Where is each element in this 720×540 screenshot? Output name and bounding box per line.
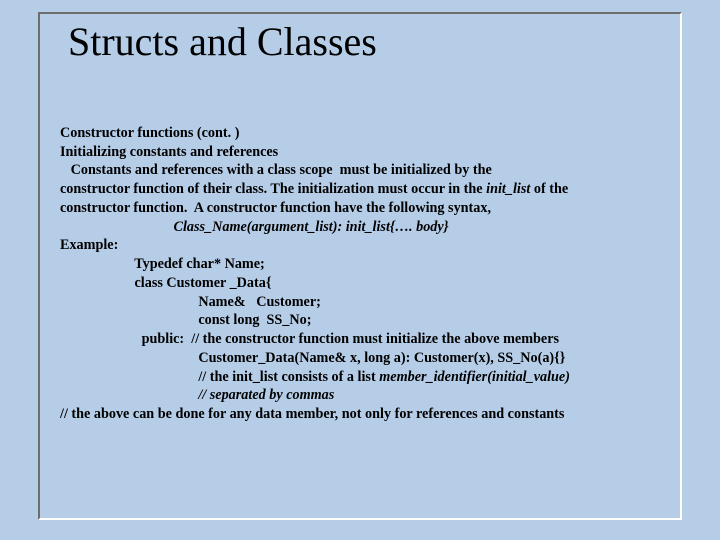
text-line: Initializing constants and references — [60, 143, 680, 162]
text-span: of the — [530, 181, 568, 197]
text-line: class Customer _Data{ — [60, 274, 680, 293]
text-line: Name& Customer; — [60, 293, 680, 312]
text-line: constructor function of their class. The… — [60, 180, 680, 199]
text-line: Example: — [60, 236, 680, 255]
slide-title: Structs and Classes — [68, 18, 387, 65]
text-span: // the init_list consists of a list — [60, 369, 379, 385]
text-line: Typedef char* Name; — [60, 255, 680, 274]
text-line: const long SS_No; — [60, 311, 680, 330]
text-line: constructor function. A constructor func… — [60, 199, 680, 218]
text-line: // the init_list consists of a list memb… — [60, 368, 680, 387]
text-line: // the above can be done for any data me… — [60, 405, 680, 424]
text-line-italic: // separated by commas — [60, 386, 680, 405]
slide-body: Constructor functions (cont. ) Initializ… — [60, 124, 680, 424]
text-italic: member_identifier(initial_value) — [379, 369, 570, 385]
text-line: public: // the constructor function must… — [60, 330, 680, 349]
text-line: Constructor functions (cont. ) — [60, 124, 680, 143]
text-line: Constants and references with a class sc… — [60, 161, 680, 180]
text-span: constructor function of their class. The… — [60, 181, 486, 197]
text-line: Customer_Data(Name& x, long a): Customer… — [60, 349, 680, 368]
text-italic: init_list — [486, 181, 530, 197]
text-line-italic: Class_Name(argument_list): init_list{…. … — [60, 218, 680, 237]
